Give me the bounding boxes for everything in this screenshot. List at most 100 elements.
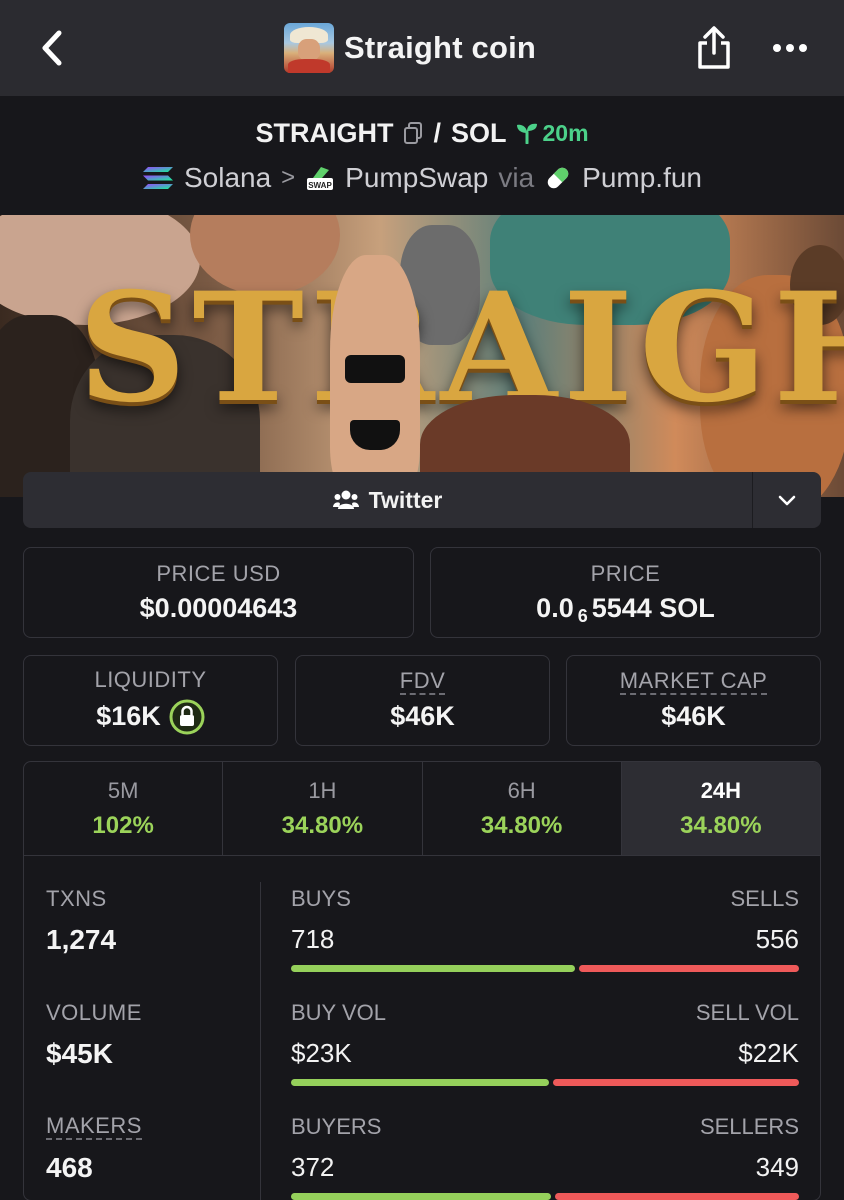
- price-native-box: PRICE 0.0 6 5544 SOL: [430, 547, 821, 638]
- buys-value: 718: [291, 924, 335, 954]
- tab-change: 34.80%: [281, 811, 364, 839]
- breadcrumb-separator: >: [281, 164, 296, 191]
- sell-bar: [555, 1193, 799, 1200]
- price-usd-value: $0.00004643: [139, 593, 298, 623]
- timeframe-stats-panel: 5M 102% 1H 34.80% 6H 34.80% 24H 34.80% T…: [23, 761, 821, 1200]
- txns-stat: TXNS 1,274: [46, 886, 246, 956]
- buyers-value: 372: [291, 1152, 335, 1182]
- token-title: Straight coin: [284, 22, 536, 74]
- buy-bar: [291, 965, 575, 972]
- socials-bar: Twitter: [23, 472, 821, 528]
- tab-label: 6H: [507, 777, 536, 803]
- makers-label[interactable]: MAKERS: [46, 1114, 142, 1140]
- sellers-label: SELLERS: [699, 1114, 799, 1139]
- sellers-value: 349: [755, 1152, 799, 1182]
- chevron-down-icon: [778, 495, 796, 506]
- pair-age: 20m: [542, 119, 589, 146]
- pair-header: STRAIGHT / SOL 20m: [0, 112, 844, 154]
- volume-label: VOLUME: [46, 1000, 142, 1025]
- price-native-label: PRICE: [590, 561, 661, 586]
- back-button[interactable]: [32, 26, 72, 70]
- liquidity-value: $16K: [96, 701, 161, 731]
- buyers-sellers-split: BUYERS SELLERS 372 349: [291, 1114, 799, 1200]
- tab-label: 5M: [107, 777, 139, 803]
- market-cap-box: MARKET CAP $46K: [566, 655, 821, 746]
- sell-bar: [579, 965, 799, 972]
- tab-24h[interactable]: 24H 34.80%: [621, 762, 820, 855]
- fdv-label[interactable]: FDV: [399, 669, 446, 695]
- price-usd-box: PRICE USD $0.00004643: [23, 547, 414, 638]
- chain-breadcrumb: Solana > SWAP PumpSwap via Pump.fun: [0, 158, 844, 198]
- txns-ratio-bar: [291, 965, 799, 972]
- twitter-button[interactable]: Twitter: [23, 472, 753, 528]
- txns-label: TXNS: [46, 886, 107, 911]
- copy-icon[interactable]: [403, 121, 423, 145]
- pair-quote-symbol: SOL: [450, 117, 507, 148]
- volume-value: $45K: [46, 1038, 113, 1069]
- tab-change: 34.80%: [480, 811, 563, 839]
- makers-ratio-bar: [291, 1193, 799, 1200]
- buy-bar: [291, 1079, 549, 1086]
- fdv-box: FDV $46K: [295, 655, 550, 746]
- users-icon: [332, 490, 359, 509]
- liquidity-label: LIQUIDITY: [94, 666, 207, 692]
- pill-icon: [547, 167, 569, 189]
- price-usd-label: PRICE USD: [156, 561, 281, 586]
- liquidity-value-wrap: $16K: [96, 699, 205, 735]
- socials-dropdown-button[interactable]: [753, 472, 821, 528]
- stats-divider: [260, 882, 261, 1200]
- token-banner-image: STRAIGHT: [0, 215, 844, 497]
- price-native-zero-count: 6: [577, 606, 588, 626]
- dex-name[interactable]: PumpSwap: [345, 162, 488, 194]
- top-nav-bar: Straight coin: [0, 0, 844, 96]
- pair-base-symbol: STRAIGHT: [255, 117, 394, 148]
- market-cap-label[interactable]: MARKET CAP: [619, 669, 768, 695]
- sell-vol-label: SELL VOL: [695, 1000, 799, 1025]
- token-avatar: [284, 23, 334, 73]
- more-horizontal-icon: [773, 44, 807, 52]
- price-native-prefix: 0.0: [536, 593, 574, 623]
- sell-bar: [553, 1079, 799, 1086]
- tab-label: 1H: [308, 777, 337, 803]
- makers-value: 468: [46, 1152, 93, 1183]
- sprout-icon: [517, 123, 538, 144]
- timeframe-tabs: 5M 102% 1H 34.80% 6H 34.80% 24H 34.80%: [24, 762, 820, 856]
- svg-text:SWAP: SWAP: [308, 181, 332, 190]
- twitter-label: Twitter: [368, 486, 443, 513]
- volume-stat: VOLUME $45K: [46, 1000, 246, 1070]
- price-native-digits: 5544 SOL: [591, 593, 715, 623]
- buy-vol-value: $23K: [291, 1038, 352, 1068]
- tab-6h[interactable]: 6H 34.80%: [423, 762, 622, 855]
- sell-vol-value: $22K: [738, 1038, 799, 1068]
- buy-vol-label: BUY VOL: [291, 1000, 386, 1025]
- share-icon: [698, 26, 730, 69]
- pair-age-badge: 20m: [516, 119, 589, 147]
- buy-sell-volume-split: BUY VOL SELL VOL $23K $22K: [291, 1000, 799, 1086]
- market-cap-value: $46K: [661, 701, 726, 731]
- sells-value: 556: [755, 924, 799, 954]
- buy-bar: [291, 1193, 551, 1200]
- volume-ratio-bar: [291, 1079, 799, 1086]
- buyers-label: BUYERS: [291, 1114, 382, 1139]
- liquidity-box: LIQUIDITY $16K: [23, 655, 278, 746]
- txns-value: 1,274: [46, 924, 117, 955]
- share-button[interactable]: [694, 24, 734, 72]
- page-title: Straight coin: [344, 30, 537, 65]
- solana-icon: [142, 167, 173, 189]
- launchpad-name[interactable]: Pump.fun: [582, 162, 702, 194]
- tab-change: 34.80%: [680, 811, 762, 839]
- pumpswap-icon: SWAP: [307, 167, 334, 190]
- tab-5m[interactable]: 5M 102%: [24, 762, 224, 855]
- price-native-value: 0.0 6 5544 SOL: [536, 593, 715, 626]
- sells-label: SELLS: [730, 886, 800, 911]
- chain-name[interactable]: Solana: [184, 162, 271, 194]
- makers-stat: MAKERS 468: [46, 1114, 246, 1184]
- lock-icon[interactable]: [169, 699, 205, 735]
- fdv-value: $46K: [390, 701, 455, 731]
- via-label: via: [498, 162, 535, 193]
- buys-sells-split: BUYS SELLS 718 556: [291, 886, 799, 972]
- tab-1h[interactable]: 1H 34.80%: [223, 762, 423, 855]
- more-button[interactable]: [770, 30, 810, 66]
- buys-label: BUYS: [291, 886, 351, 911]
- tab-change: 102%: [92, 811, 154, 839]
